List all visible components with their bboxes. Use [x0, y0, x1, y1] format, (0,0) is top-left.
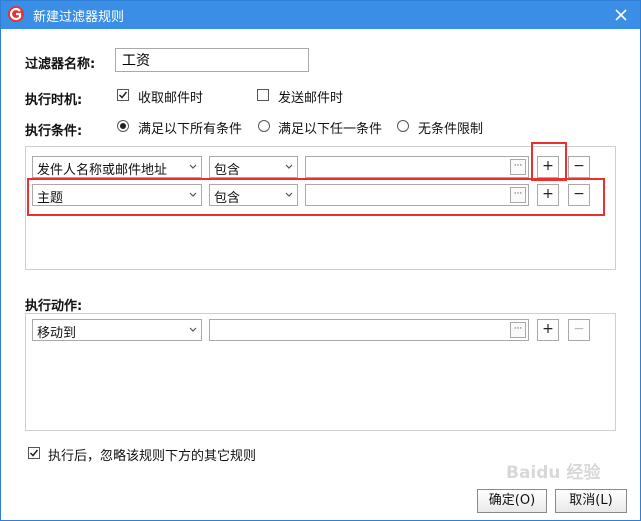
timing-label: 执行时机: [25, 93, 83, 108]
close-icon[interactable] [610, 4, 632, 26]
add-condition-button[interactable]: + [537, 184, 559, 206]
condition-label: 执行条件: [25, 124, 83, 139]
watermark: Baidu 经验 [506, 457, 618, 487]
condition-field-select[interactable]: 主题 [32, 184, 202, 206]
all-conditions-radio[interactable] [117, 120, 129, 132]
svg-text:Baidu 经验: Baidu 经验 [506, 462, 601, 483]
filter-name-input[interactable] [116, 49, 308, 71]
receive-mail-label: 收取邮件时 [138, 91, 204, 106]
condition-operator-value: 包含 [214, 163, 241, 178]
chevron-down-icon [189, 164, 197, 169]
add-condition-button[interactable]: + [537, 156, 559, 178]
actions-label: 执行动作: [25, 299, 83, 314]
no-condition-label: 无条件限制 [418, 122, 484, 137]
action-target-field[interactable]: ··· [209, 319, 529, 341]
condition-operator-select[interactable]: 包含 [209, 156, 298, 178]
action-select[interactable]: 移动到 [32, 319, 202, 341]
receive-mail-checkbox[interactable] [117, 89, 129, 101]
remove-action-button[interactable]: − [568, 319, 590, 341]
remove-condition-button[interactable]: − [568, 184, 590, 206]
all-conditions-label: 满足以下所有条件 [138, 122, 243, 137]
browse-button[interactable]: ··· [510, 322, 526, 338]
condition-field-value: 发件人名称或邮件地址 [37, 163, 168, 178]
ignore-rules-checkbox[interactable] [28, 447, 40, 459]
browse-button[interactable]: ··· [510, 159, 526, 175]
action-value: 移动到 [37, 326, 77, 341]
condition-value-field[interactable]: ··· [305, 156, 529, 178]
condition-field-value: 主题 [37, 191, 64, 206]
filter-name-field[interactable] [115, 48, 309, 72]
send-mail-label: 发送邮件时 [278, 91, 344, 106]
chevron-down-icon [189, 327, 197, 332]
window-title: 新建过滤器规则 [33, 10, 125, 25]
title-bar: 新建过滤器规则 [1, 1, 640, 29]
condition-operator-value: 包含 [214, 191, 241, 206]
app-logo-icon [8, 6, 24, 22]
add-action-button[interactable]: + [537, 319, 559, 341]
chevron-down-icon [285, 192, 293, 197]
filter-name-label: 过滤器名称: [25, 57, 96, 72]
cancel-button[interactable]: 取消(L) [555, 489, 627, 513]
chevron-down-icon [285, 164, 293, 169]
any-condition-label: 满足以下任一条件 [278, 122, 383, 137]
browse-button[interactable]: ··· [510, 187, 526, 203]
remove-condition-button[interactable]: − [568, 156, 590, 178]
no-condition-radio[interactable] [397, 120, 409, 132]
check-icon [118, 91, 128, 99]
condition-value-field[interactable]: ··· [305, 184, 529, 206]
condition-operator-select[interactable]: 包含 [209, 184, 298, 206]
check-icon [29, 449, 39, 457]
ignore-rules-label: 执行后，忽略该规则下方的其它规则 [48, 449, 257, 464]
any-condition-radio[interactable] [258, 120, 270, 132]
send-mail-checkbox[interactable] [257, 89, 269, 101]
chevron-down-icon [189, 192, 197, 197]
filter-rule-dialog: 新建过滤器规则 过滤器名称: 执行时机: 收取邮件时 发送邮件时 执行条件: 满… [0, 0, 641, 521]
condition-field-select[interactable]: 发件人名称或邮件地址 [32, 156, 202, 178]
ok-button[interactable]: 确定(O) [477, 489, 547, 513]
